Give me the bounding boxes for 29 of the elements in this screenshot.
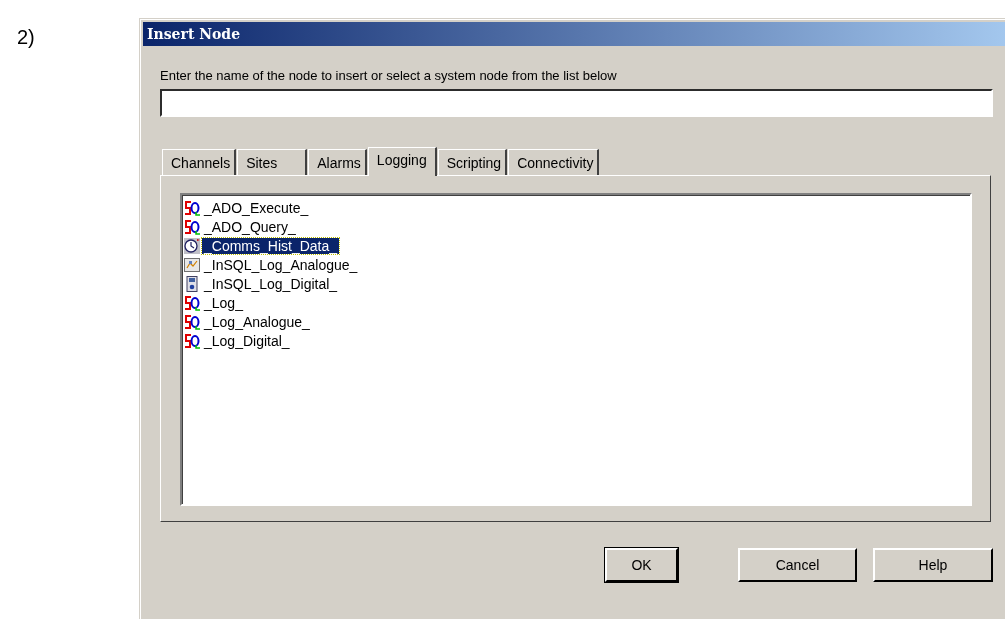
sql-icon <box>184 294 200 311</box>
node-item[interactable]: _ADO_Query_ <box>202 218 298 235</box>
dialog-button[interactable]: OK <box>605 548 678 582</box>
node-item[interactable]: _Log_Digital_ <box>202 332 292 349</box>
node-name-field[interactable] <box>160 89 993 117</box>
prompt-text: Enter the name of the node to insert or select a system node from the list below <box>160 68 618 83</box>
chart-icon <box>184 256 200 273</box>
tab[interactable]: Sites <box>237 149 308 175</box>
step-label: 2) <box>17 26 35 49</box>
tab[interactable]: Connectivity <box>508 149 600 175</box>
node-item[interactable]: _Log_Analogue_ <box>202 313 312 330</box>
device-icon <box>184 275 200 292</box>
sql-icon <box>184 218 200 235</box>
node-item[interactable]: _Log_ <box>202 294 245 311</box>
dialog-button[interactable]: Cancel <box>738 548 857 582</box>
tab[interactable]: Alarms <box>308 149 367 175</box>
node-item[interactable]: _InSQL_Log_Digital_ <box>202 275 340 292</box>
tab[interactable]: Logging <box>367 147 437 176</box>
node-item[interactable]: _ADO_Execute_ <box>202 199 311 216</box>
clock-icon <box>184 237 200 254</box>
sql-icon <box>184 332 200 349</box>
window-title: Insert Node <box>146 26 241 42</box>
node-item[interactable]: _InSQL_Log_Analogue_ <box>202 256 360 273</box>
sql-icon <box>184 313 200 330</box>
sql-icon <box>184 199 200 216</box>
dialog-button[interactable]: Help <box>873 548 993 582</box>
tab[interactable]: Scripting <box>437 149 508 175</box>
node-item[interactable]: _Comms_Hist_Data_ <box>202 237 340 254</box>
tab[interactable]: Channels <box>162 149 237 175</box>
